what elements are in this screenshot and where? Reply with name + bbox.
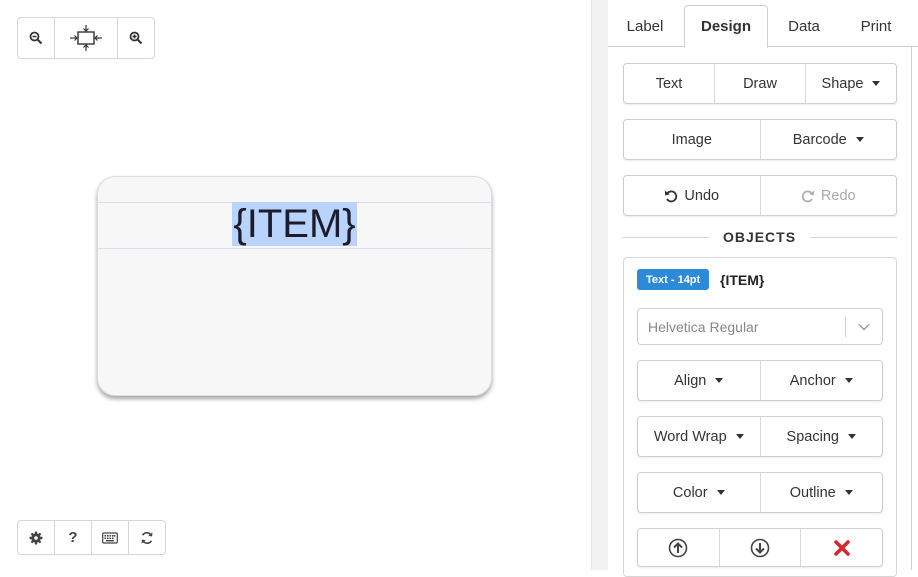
- zoom-out-icon: [29, 31, 43, 45]
- send-backward-button[interactable]: [720, 529, 802, 566]
- label-text-content[interactable]: {ITEM}: [232, 202, 357, 246]
- zoom-out-button[interactable]: [18, 18, 55, 58]
- redo-icon: [801, 190, 815, 202]
- caret-down-icon: [847, 434, 856, 439]
- media-toolbar: Image Barcode: [623, 119, 897, 160]
- history-toolbar: Undo Redo: [623, 175, 897, 216]
- close-icon: [833, 539, 850, 556]
- design-tab-content: Text Draw Shape Image Barcode Undo Redo …: [608, 47, 912, 577]
- label-text-object[interactable]: {ITEM}: [98, 201, 491, 247]
- delete-object-button[interactable]: [801, 529, 882, 566]
- keyboard-icon: [102, 531, 118, 544]
- font-select[interactable]: Helvetica Regular: [637, 308, 883, 345]
- chevron-down-icon[interactable]: [846, 323, 882, 331]
- barcode-dropdown[interactable]: Barcode: [761, 120, 897, 159]
- shape-dropdown[interactable]: Shape: [806, 64, 896, 103]
- undo-button[interactable]: Undo: [624, 176, 761, 215]
- bottom-toolbar: ?: [17, 520, 166, 555]
- zoom-toolbar: [17, 17, 155, 59]
- draw-button[interactable]: Draw: [715, 64, 806, 103]
- text-button[interactable]: Text: [624, 64, 715, 103]
- object-name: {ITEM}: [720, 271, 765, 288]
- color-outline-group: Color Outline: [637, 472, 883, 513]
- help-button[interactable]: ?: [55, 521, 92, 554]
- spacing-label: Spacing: [786, 428, 839, 445]
- caret-down-icon: [844, 490, 853, 495]
- tab-data[interactable]: Data: [772, 5, 836, 47]
- caret-down-icon: [735, 434, 744, 439]
- anchor-dropdown[interactable]: Anchor: [761, 361, 883, 400]
- align-anchor-group: Align Anchor: [637, 360, 883, 401]
- objects-heading-text: OBJECTS: [722, 229, 797, 245]
- panel-splitter[interactable]: [591, 0, 608, 570]
- color-label: Color: [672, 484, 708, 501]
- tab-label[interactable]: Label: [612, 5, 678, 47]
- zoom-in-button[interactable]: [118, 18, 154, 58]
- refresh-button[interactable]: [129, 521, 165, 554]
- align-dropdown[interactable]: Align: [638, 361, 761, 400]
- design-canvas[interactable]: {ITEM} ?: [0, 0, 591, 570]
- label-preview[interactable]: {ITEM}: [97, 176, 492, 396]
- wrap-spacing-group: Word Wrap Spacing: [637, 416, 883, 457]
- zoom-in-icon: [129, 31, 143, 45]
- tab-design[interactable]: Design: [684, 5, 768, 48]
- heading-rule: [810, 236, 897, 238]
- refresh-icon: [141, 531, 153, 544]
- fit-to-window-button[interactable]: [55, 18, 118, 58]
- keyboard-shortcuts-button[interactable]: [92, 521, 129, 554]
- word-wrap-label: Word Wrap: [653, 428, 727, 445]
- barcode-dropdown-label: Barcode: [792, 131, 847, 148]
- draw-button-label: Draw: [743, 75, 777, 92]
- anchor-label: Anchor: [789, 372, 836, 389]
- bring-forward-button[interactable]: [638, 529, 720, 566]
- text-guide-bottom: [98, 248, 491, 249]
- color-dropdown[interactable]: Color: [638, 473, 761, 512]
- image-button-label: Image: [671, 131, 712, 148]
- properties-panel: Label Design Data Print Text Draw Shape …: [608, 0, 918, 577]
- font-select-value: Helvetica Regular: [648, 318, 759, 335]
- tab-print[interactable]: Print: [846, 5, 906, 47]
- redo-button-label: Redo: [820, 187, 856, 204]
- undo-button-label: Undo: [684, 187, 720, 204]
- insert-toolbar: Text Draw Shape: [623, 63, 897, 104]
- object-actions-group: [637, 528, 883, 567]
- caret-down-icon: [715, 378, 724, 383]
- heading-rule: [622, 236, 709, 238]
- word-wrap-dropdown[interactable]: Word Wrap: [638, 417, 761, 456]
- outline-dropdown[interactable]: Outline: [761, 473, 883, 512]
- arrow-up-circle-icon: [669, 538, 688, 557]
- fit-to-window-icon: [70, 25, 102, 51]
- image-button[interactable]: Image: [624, 120, 761, 159]
- caret-down-icon: [844, 378, 853, 383]
- text-button-label: Text: [655, 75, 683, 92]
- align-label: Align: [674, 372, 707, 389]
- settings-button[interactable]: [18, 521, 55, 554]
- caret-down-icon: [855, 137, 864, 142]
- undo-icon: [665, 190, 678, 202]
- panel-tabs: Label Design Data Print: [608, 0, 918, 48]
- spacing-dropdown[interactable]: Spacing: [761, 417, 883, 456]
- object-type-badge: Text - 14pt: [637, 269, 710, 290]
- gear-icon: [29, 531, 43, 544]
- outline-label: Outline: [789, 484, 836, 501]
- objects-heading: OBJECTS: [622, 228, 897, 246]
- caret-down-icon: [716, 490, 725, 495]
- shape-dropdown-label: Shape: [821, 75, 864, 92]
- object-card: Text - 14pt {ITEM} Helvetica Regular Ali…: [623, 257, 897, 577]
- arrow-down-circle-icon: [750, 538, 770, 557]
- caret-down-icon: [872, 81, 881, 86]
- question-icon: ?: [68, 529, 78, 546]
- redo-button[interactable]: Redo: [761, 176, 897, 215]
